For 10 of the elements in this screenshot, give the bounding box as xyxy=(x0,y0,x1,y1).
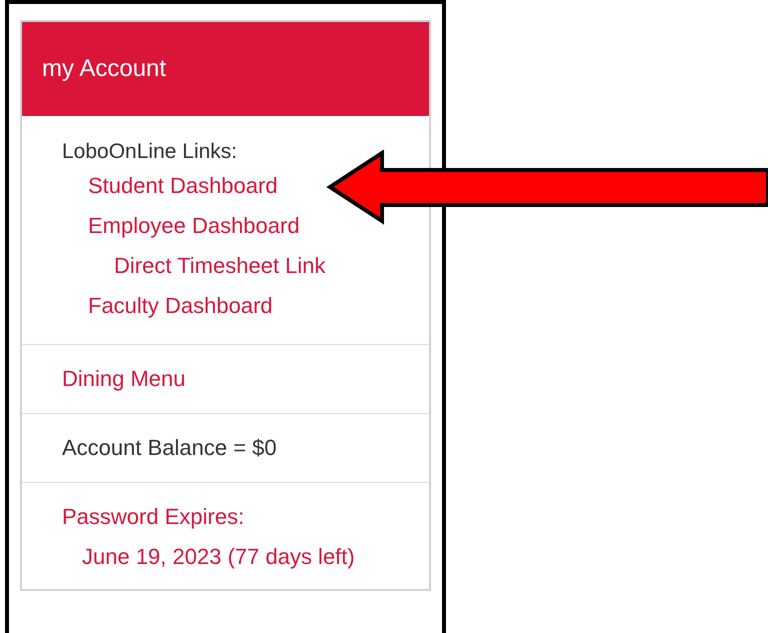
dashboard-link[interactable]: Employee Dashboard xyxy=(88,210,300,242)
links-heading: LoboOnLine Links: xyxy=(62,139,238,165)
dashboard-link[interactable]: Faculty Dashboard xyxy=(88,290,273,322)
account-balance: Account Balance = $0 xyxy=(62,435,277,460)
password-expiry-date: June 19, 2023 (77 days left) xyxy=(81,543,355,571)
dining-menu-link[interactable]: Dining Menu xyxy=(62,366,186,391)
panel-title: my Account xyxy=(42,54,166,84)
password-expires-label: Password Expires: xyxy=(62,503,244,531)
dashboard-link[interactable]: Student Dashboard xyxy=(88,170,278,202)
dashboard-link[interactable]: Direct Timesheet Link xyxy=(114,250,326,282)
